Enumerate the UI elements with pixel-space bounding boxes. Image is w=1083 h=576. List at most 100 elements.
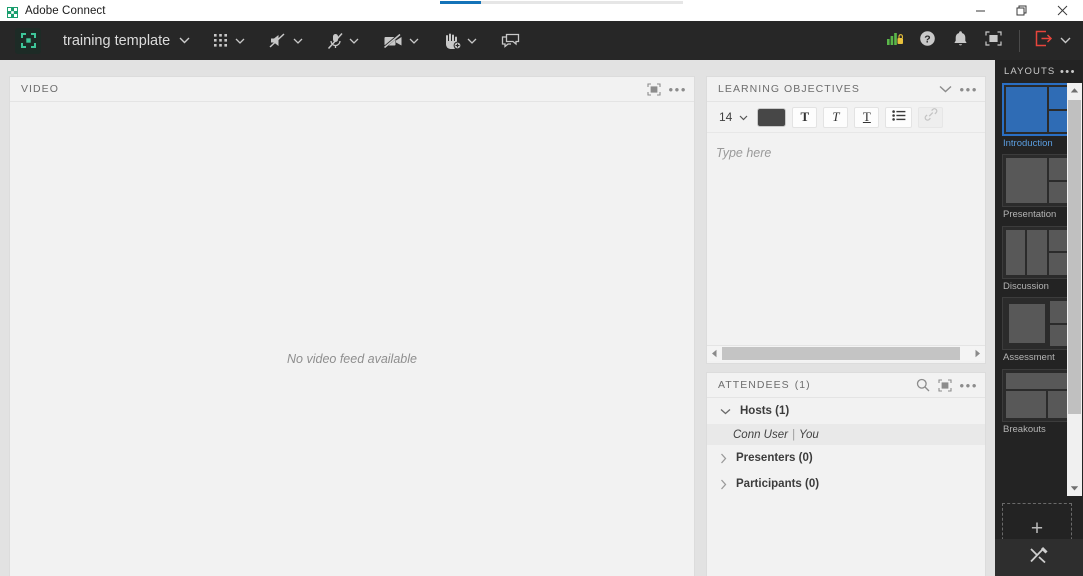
bullet-list-icon [892,108,906,126]
attendees-group-presenters[interactable]: Presenters (0) [707,445,985,471]
chevron-down-icon[interactable] [349,38,359,44]
layouts-scroll-area: Introduction Presentation Discussion Ass… [995,83,1083,496]
apps-grid-icon [213,32,230,49]
layouts-panel: LAYOUTS ••• Introduction Presentation Di… [995,60,1083,576]
add-layout-label: + [1030,517,1044,540]
chevron-down-icon[interactable] [235,38,245,44]
learning-objectives-title: Learning Objectives [718,83,860,95]
raise-hand-button[interactable] [436,21,484,60]
layouts-vscrollbar[interactable] [1067,83,1082,496]
window-title: Adobe Connect [25,4,106,17]
scroll-up-icon[interactable] [1067,83,1082,98]
chat-button[interactable] [494,21,527,60]
vscroll-thumb[interactable] [1068,100,1081,414]
attendees-group-hosts[interactable]: Hosts (1) [707,398,985,424]
video-pod: Video ••• No video feed available [9,76,695,576]
italic-button[interactable]: T [823,106,849,128]
layout-thumbnail[interactable] [1002,297,1069,351]
notifications-button[interactable] [944,21,977,60]
video-empty-message: No video feed available [287,352,417,366]
fullscreen-icon[interactable] [937,378,952,392]
scroll-left-icon[interactable] [708,346,721,361]
video-pod-menu-icon[interactable]: ••• [669,83,687,96]
connection-status-button[interactable] [878,21,911,60]
insert-link-button[interactable] [918,106,944,128]
microphone-muted-icon [327,32,344,50]
vscroll-track[interactable] [1067,98,1082,481]
italic-label: T [832,109,840,124]
camera-button[interactable] [376,21,426,60]
layout-label: Presentation [1003,209,1057,221]
meeting-name-dropdown[interactable]: training template [57,30,196,52]
help-button[interactable]: ? [911,21,944,60]
chevron-down-icon [1060,37,1071,44]
layout-item-breakouts[interactable]: Breakouts [1002,368,1069,435]
microphone-button[interactable] [320,21,366,60]
layout-item-discussion[interactable]: Discussion [1002,225,1069,292]
bullet-list-button[interactable] [885,106,913,128]
chevron-down-icon[interactable] [293,38,303,44]
font-size-value: 14 [719,110,733,124]
prepare-mode-icon[interactable] [1028,545,1050,570]
layout-thumbnail[interactable] [1002,225,1069,279]
layouts-footer [995,539,1083,576]
window-controls [960,0,1083,21]
bold-button[interactable]: T [792,106,818,128]
fullscreen-icon[interactable] [646,82,661,96]
layouts-menu-icon[interactable]: ••• [1060,66,1076,78]
underline-button[interactable]: T [854,106,880,128]
speaker-button[interactable] [262,21,310,60]
toolbar-right-cluster: ? [878,21,1083,60]
restore-button[interactable] [1001,0,1042,21]
learning-objectives-header: Learning Objectives ••• [707,77,985,102]
attendee-role: You [798,428,819,441]
chevron-down-icon[interactable] [467,38,477,44]
help-icon: ? [919,30,936,52]
hscroll-track[interactable] [721,347,971,360]
learning-objectives-editor[interactable]: Type here [707,133,985,345]
attendees-count: (1) [794,379,811,391]
adobe-connect-logo[interactable] [15,27,41,54]
scroll-down-icon[interactable] [1067,481,1082,496]
chevron-right-icon [720,453,727,464]
layout-item-assessment[interactable]: Assessment [1002,297,1069,363]
fullscreen-button[interactable] [977,21,1010,60]
layout-label: Introduction [1003,138,1053,149]
attendees-header: Attendees (1) ••• [707,373,985,398]
toolbar-divider [1019,29,1020,52]
learning-objectives-menu-icon[interactable]: ••• [960,83,978,96]
loading-progress-bar [440,1,683,4]
layout-item-presentation[interactable]: Presentation [1002,154,1069,220]
learning-objectives-hscrollbar[interactable] [707,345,985,361]
hscroll-thumb[interactable] [722,347,960,360]
layouts-title: LAYOUTS [1004,66,1056,77]
chat-icon [501,33,520,49]
text-color-swatch[interactable] [757,107,787,127]
close-button[interactable] [1042,0,1083,21]
minimize-button[interactable] [960,0,1001,21]
font-size-dropdown[interactable]: 14 [715,108,751,126]
attendees-group-participants[interactable]: Participants (0) [707,471,985,497]
scroll-right-icon[interactable] [971,346,984,361]
bold-label: T [800,109,810,124]
layout-label: Breakouts [1003,423,1046,435]
search-icon[interactable] [916,378,930,392]
chevron-right-icon [720,479,727,490]
attendees-menu-icon[interactable]: ••• [960,379,978,392]
exit-meeting-button[interactable] [1029,21,1083,60]
underline-label: T [862,109,871,124]
layout-thumbnail[interactable] [1002,83,1069,136]
layout-thumbnail[interactable] [1002,154,1069,208]
chevron-down-icon [179,37,190,44]
layout-item-introduction[interactable]: Introduction [1002,83,1069,149]
layout-thumbnail[interactable] [1002,368,1069,422]
chevron-down-icon[interactable] [409,38,419,44]
layout-label: Assessment [1003,352,1055,364]
attendee-row[interactable]: Conn User | You [707,424,985,445]
learning-objectives-pod: Learning Objectives ••• 14 T [706,76,986,364]
chevron-down-icon[interactable] [939,85,952,93]
window-title-bar: Adobe Connect [0,0,1083,21]
meeting-toolbar: training template ? [0,21,1083,60]
text-format-toolbar: 14 T T T [707,102,985,133]
pods-menu-button[interactable] [206,21,252,60]
